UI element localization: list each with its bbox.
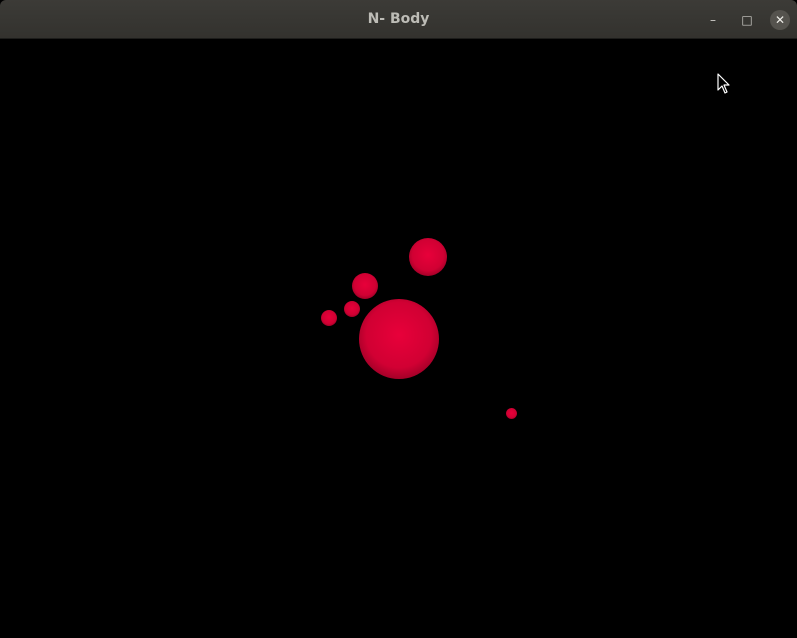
close-button[interactable]: ✕ (770, 10, 790, 30)
body-small-left (344, 301, 360, 317)
simulation-canvas[interactable] (0, 39, 797, 638)
window-title: N- Body (367, 11, 430, 27)
body-medium-left (352, 273, 378, 299)
title-bar[interactable]: N- Body – □ ✕ (0, 0, 797, 39)
body-tiny-lower-right (506, 408, 517, 419)
minimize-button[interactable]: – (703, 10, 723, 30)
maximize-button[interactable]: □ (737, 10, 757, 30)
body-large (359, 299, 439, 379)
body-small-far-left (321, 310, 337, 326)
body-medium-upper-right (409, 238, 447, 276)
mouse-pointer-icon (717, 73, 730, 94)
app-window: N- Body – □ ✕ (0, 0, 797, 638)
